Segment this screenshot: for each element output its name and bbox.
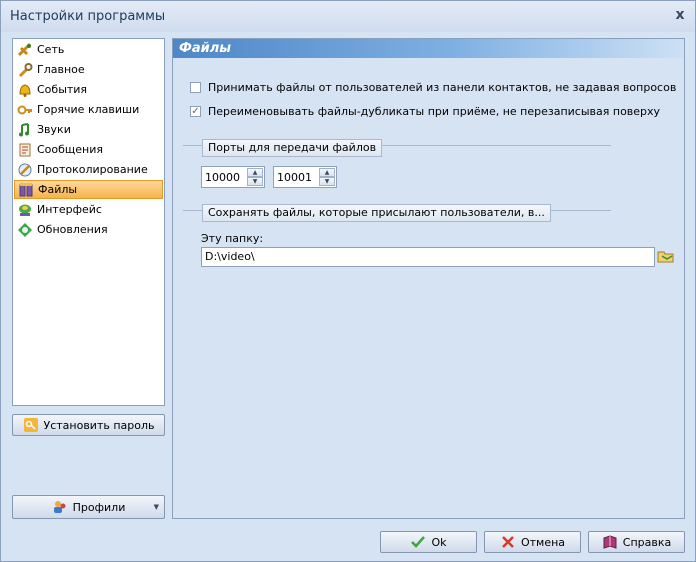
- nav-item-sounds[interactable]: Звуки: [14, 120, 163, 139]
- music-note-icon: [17, 122, 33, 138]
- nav-item-label: Главное: [37, 63, 85, 76]
- nav-item-main[interactable]: Главное: [14, 60, 163, 79]
- nav-item-interface[interactable]: Интерфейс: [14, 200, 163, 219]
- spin-down-icon[interactable]: ▼: [247, 177, 263, 186]
- save-group-title: Сохранять файлы, которые присылают польз…: [202, 204, 551, 222]
- profiles-label: Профили: [72, 500, 126, 514]
- accept-files-checkbox[interactable]: [190, 82, 201, 93]
- spin-down-icon[interactable]: ▼: [319, 177, 335, 186]
- close-icon[interactable]: x: [673, 8, 687, 22]
- settings-nav-list: Сеть Главное События Горячие клавиши Зву…: [12, 38, 165, 406]
- nav-item-messages[interactable]: Сообщения: [14, 140, 163, 159]
- nav-item-events[interactable]: События: [14, 80, 163, 99]
- updates-icon: [17, 222, 33, 238]
- rename-duplicates-label: Переименовывать файлы-дубликаты при приё…: [208, 105, 661, 118]
- files-icon: [18, 182, 34, 198]
- port-to-value: 10001: [277, 171, 312, 184]
- port-from-value: 10000: [205, 171, 240, 184]
- book-icon: [602, 534, 618, 550]
- cancel-label: Отмена: [520, 535, 566, 549]
- folder-icon: [657, 248, 675, 267]
- chevron-down-icon: ▼: [153, 503, 159, 511]
- settings-window: Настройки программы x Сеть Главное Событ…: [0, 0, 696, 562]
- network-icon: [17, 42, 33, 58]
- wrench-icon: [17, 62, 33, 78]
- files-settings-panel: Файлы Принимать файлы от пользователей и…: [172, 38, 685, 519]
- nav-item-label: Интерфейс: [37, 203, 102, 216]
- nav-item-label: Обновления: [37, 223, 108, 236]
- folder-path-input[interactable]: D:\video\: [201, 247, 655, 267]
- folder-label: Эту папку:: [201, 232, 264, 245]
- key-icon: [17, 102, 33, 118]
- spin-up-icon[interactable]: ▲: [319, 168, 335, 177]
- spinner-arrows: ▲ ▼: [247, 168, 263, 186]
- nav-item-hotkeys[interactable]: Горячие клавиши: [14, 100, 163, 119]
- help-button[interactable]: Справка: [588, 531, 685, 553]
- nav-item-files[interactable]: Файлы: [14, 180, 163, 199]
- ok-label: Ok: [431, 535, 447, 549]
- nav-item-network[interactable]: Сеть: [14, 40, 163, 59]
- accept-files-checkbox-row[interactable]: Принимать файлы от пользователей из пане…: [190, 81, 676, 94]
- spin-up-icon[interactable]: ▲: [247, 168, 263, 177]
- ok-button[interactable]: Ok: [380, 531, 477, 553]
- cancel-x-icon: [500, 534, 516, 550]
- nav-item-label: Файлы: [38, 183, 78, 196]
- check-icon: [410, 534, 426, 550]
- port-from-spinner[interactable]: 10000 ▲ ▼: [201, 166, 265, 188]
- browse-folder-button[interactable]: [656, 247, 676, 267]
- users-icon: [52, 499, 68, 515]
- rename-duplicates-checkbox[interactable]: ✓: [190, 106, 201, 117]
- port-to-spinner[interactable]: 10001 ▲ ▼: [273, 166, 337, 188]
- spinner-arrows: ▲ ▼: [319, 168, 335, 186]
- accept-files-label: Принимать файлы от пользователей из пане…: [208, 81, 677, 94]
- set-password-label: Установить пароль: [43, 418, 155, 432]
- nav-item-label: Сеть: [37, 43, 65, 56]
- bell-icon: [17, 82, 33, 98]
- key-icon: [23, 417, 39, 433]
- interface-icon: [17, 202, 33, 218]
- nav-item-updates[interactable]: Обновления: [14, 220, 163, 239]
- cancel-button[interactable]: Отмена: [484, 531, 581, 553]
- message-icon: [17, 142, 33, 158]
- panel-title: Файлы: [173, 39, 684, 58]
- nav-item-logging[interactable]: Протоколирование: [14, 160, 163, 179]
- nav-item-label: Горячие клавиши: [37, 103, 140, 116]
- nav-item-label: Протоколирование: [37, 163, 148, 176]
- profiles-button[interactable]: Профили ▼: [12, 495, 165, 519]
- help-label: Справка: [622, 535, 672, 549]
- ports-group-title: Порты для передачи файлов: [202, 139, 383, 157]
- rename-duplicates-checkbox-row[interactable]: ✓ Переименовывать файлы-дубликаты при пр…: [190, 105, 660, 118]
- title-bar: Настройки программы x: [1, 1, 695, 32]
- nav-item-label: Сообщения: [37, 143, 104, 156]
- nav-item-label: Звуки: [37, 123, 71, 136]
- nav-item-label: События: [37, 83, 88, 96]
- log-icon: [17, 162, 33, 178]
- window-title: Настройки программы: [10, 9, 166, 24]
- set-password-button[interactable]: Установить пароль: [12, 414, 165, 436]
